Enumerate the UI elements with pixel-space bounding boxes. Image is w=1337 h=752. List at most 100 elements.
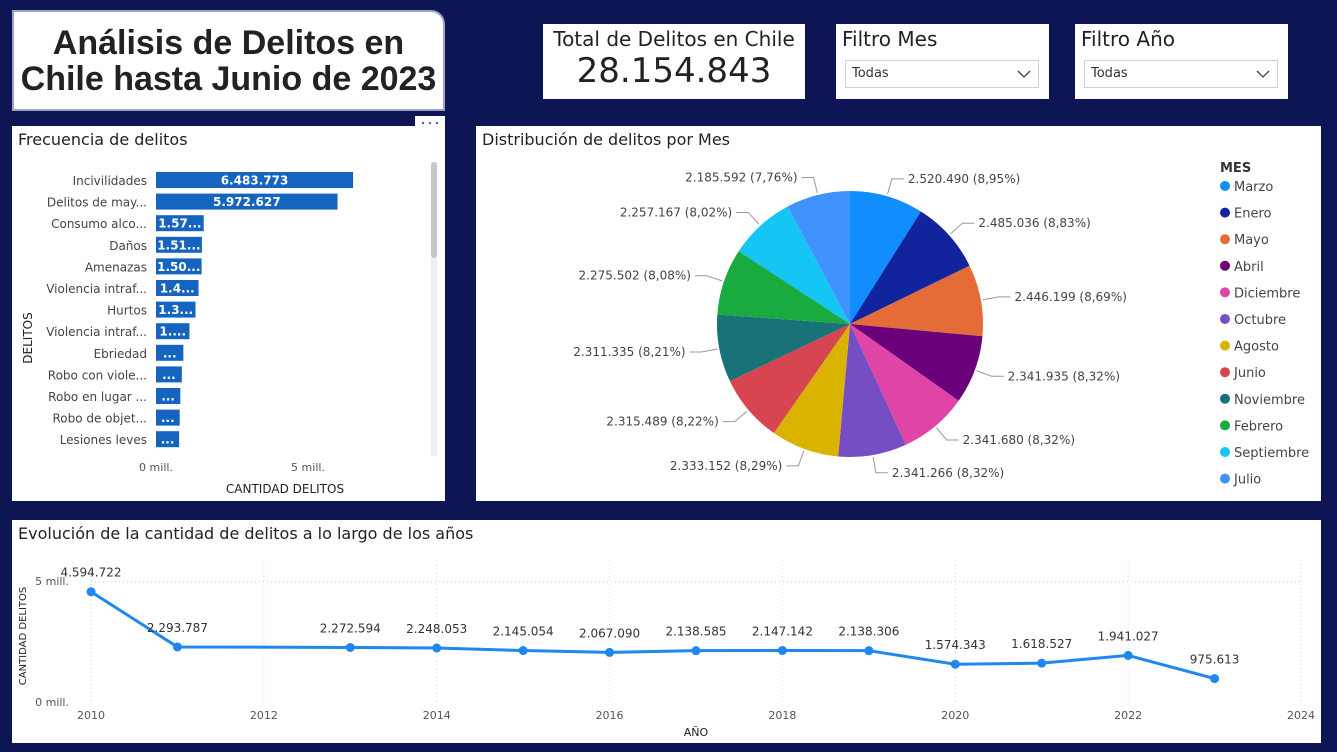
line-chart-xtick: 2016 xyxy=(596,709,624,722)
line-point[interactable] xyxy=(1123,650,1133,660)
legend-item[interactable]: Julio xyxy=(1233,473,1261,488)
legend-marker xyxy=(1220,181,1230,191)
bar-value-label: ... xyxy=(161,433,175,447)
bar-chart-xlabel: CANTIDAD DELITOS xyxy=(226,482,344,496)
bar-category-label: Delitos de may... xyxy=(47,196,147,210)
legend-item[interactable]: Septiembre xyxy=(1234,446,1309,461)
frequency-bar-chart: DELITOS CANTIDAD DELITOS 0 mill. 5 mill.… xyxy=(21,162,437,496)
line-point[interactable] xyxy=(691,646,701,656)
bar-value-label: ... xyxy=(161,411,175,425)
legend-marker xyxy=(1220,393,1230,404)
line-point[interactable] xyxy=(777,645,787,655)
filter-anio-value: Todas xyxy=(1091,66,1128,81)
line-point-label: 2.138.306 xyxy=(838,625,899,639)
bar-value-label: ... xyxy=(162,368,176,382)
line-chart-xtick: 2012 xyxy=(250,709,278,722)
line-point-label: 1.941.027 xyxy=(1098,629,1159,643)
bar-value-label: 1.... xyxy=(159,325,186,339)
line-point-label: 2.147.142 xyxy=(752,624,813,638)
pie-slice-label: 2.333.152 (8,29%) xyxy=(670,459,782,473)
filter-mes-dropdown[interactable]: Todas xyxy=(845,60,1039,88)
more-options-icon[interactable] xyxy=(415,116,445,130)
filter-anio-label: Filtro Año xyxy=(1081,27,1175,51)
legend-marker xyxy=(1220,340,1230,351)
line-point[interactable] xyxy=(345,642,355,652)
legend-item[interactable]: Marzo xyxy=(1234,180,1273,195)
line-point-label: 4.594.722 xyxy=(60,566,121,580)
frequency-chart-card: Frecuencia de delitos DELITOS CANTIDAD D… xyxy=(12,126,445,501)
pie-leader-line xyxy=(982,296,1011,301)
bar-value-label: ... xyxy=(163,346,177,360)
pie-slice-label: 2.311.335 (8,21%) xyxy=(573,345,685,359)
line-point[interactable] xyxy=(432,643,442,653)
pie-leader-line xyxy=(801,176,818,194)
line-point[interactable] xyxy=(950,659,960,669)
legend-marker xyxy=(1220,287,1230,298)
line-point-label: 2.293.787 xyxy=(147,621,208,635)
line-chart-ylabel: CANTIDAD DELITOS xyxy=(18,587,29,685)
line-point-label: 975.613 xyxy=(1190,653,1240,667)
pie-slice-label: 2.315.489 (8,22%) xyxy=(606,415,718,429)
pie-slice-label: 2.520.490 (8,95%) xyxy=(908,172,1020,186)
line-point-label: 1.574.343 xyxy=(925,638,986,652)
line-point[interactable] xyxy=(172,642,182,652)
bar-chart-ylabel: DELITOS xyxy=(21,312,35,363)
pie-leader-line xyxy=(722,410,748,423)
line-point[interactable] xyxy=(86,587,96,597)
legend-item[interactable]: Enero xyxy=(1234,207,1272,222)
line-chart-xtick: 2020 xyxy=(941,709,969,722)
legend-item[interactable]: Febrero xyxy=(1234,419,1283,434)
bar-value-label: 1.57... xyxy=(158,217,201,231)
legend-marker xyxy=(1220,207,1230,218)
bar-value-label: 1.50... xyxy=(157,260,200,274)
chevron-down-icon xyxy=(1017,70,1031,78)
total-label: Total de Delitos en Chile xyxy=(553,27,795,51)
total-value: 28.154.843 xyxy=(576,51,772,91)
legend-item[interactable]: Junio xyxy=(1233,366,1266,381)
legend-item[interactable]: Diciembre xyxy=(1234,286,1300,301)
pie-leader-line xyxy=(786,450,805,467)
bar-value-label: 6.483.773 xyxy=(221,174,289,188)
pie-slice-label: 2.446.199 (8,69%) xyxy=(1015,290,1127,304)
line-point[interactable] xyxy=(864,646,874,656)
bar-chart-tick-0: 0 mill. xyxy=(139,461,173,474)
bar-value-label: 5.972.627 xyxy=(213,195,281,209)
line-point-label: 2.272.594 xyxy=(320,621,381,635)
bar-category-label: Daños xyxy=(109,239,147,253)
pie-slice-label: 2.185.592 (7,76%) xyxy=(685,170,797,184)
bar-value-label: 1.51... xyxy=(157,238,200,252)
legend-item[interactable]: Octubre xyxy=(1234,313,1286,328)
bar-category-label: Ebriedad xyxy=(94,347,147,361)
legend-marker xyxy=(1220,234,1230,245)
bar-value-label: 1.4... xyxy=(160,282,195,296)
line-chart-card: Evolución de la cantidad de delitos a lo… xyxy=(12,520,1321,743)
line-series xyxy=(90,590,1215,681)
line-point-label: 2.248.053 xyxy=(406,622,467,636)
legend-marker xyxy=(1220,367,1230,378)
line-chart-ytick-0: 0 mill. xyxy=(35,696,69,709)
line-point[interactable] xyxy=(1210,674,1220,684)
filter-anio-dropdown[interactable]: Todas xyxy=(1084,60,1278,88)
pie-leader-line xyxy=(872,456,888,474)
page-title: Análisis de Delitos en Chile hasta Junio… xyxy=(20,23,437,98)
line-point[interactable] xyxy=(518,646,528,656)
pie-leader-line xyxy=(936,427,959,441)
legend-marker xyxy=(1220,314,1230,324)
filter-anio-card: Filtro Año Todas xyxy=(1075,24,1288,99)
bar-category-label: Hurtos xyxy=(107,304,147,318)
bar-category-label: Robo de objet... xyxy=(52,412,147,426)
legend-item[interactable]: Abril xyxy=(1234,260,1264,275)
pie-slice-label: 2.275.502 (8,08%) xyxy=(579,269,691,283)
legend-marker xyxy=(1220,260,1230,271)
legend-item[interactable]: Noviembre xyxy=(1234,393,1305,408)
line-point-label: 1.618.527 xyxy=(1011,637,1072,651)
bar-chart-scrollbar[interactable] xyxy=(431,162,437,258)
filter-mes-value: Todas xyxy=(852,66,889,81)
legend-item[interactable]: Mayo xyxy=(1234,233,1269,248)
line-point[interactable] xyxy=(605,647,615,657)
legend-item[interactable]: Agosto xyxy=(1234,340,1279,355)
pie-leader-line xyxy=(694,275,723,282)
line-point-label: 2.145.054 xyxy=(493,625,554,639)
line-point[interactable] xyxy=(1037,658,1047,668)
pie-leader-line xyxy=(976,370,1004,377)
